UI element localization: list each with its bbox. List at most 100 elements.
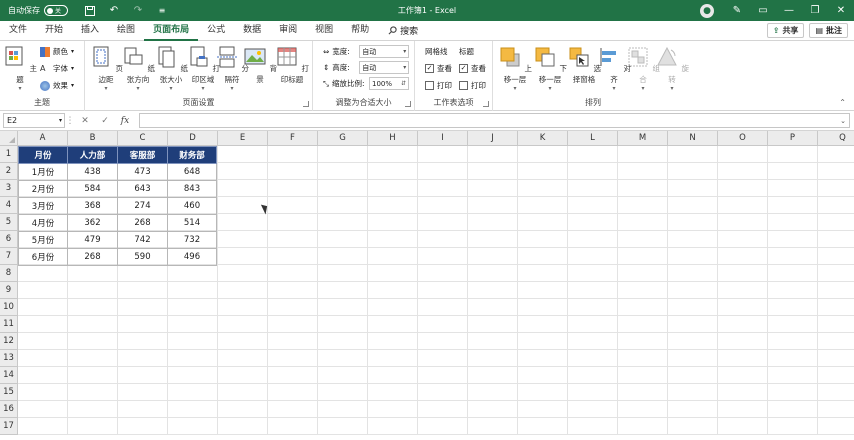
grid-cell[interactable]	[268, 384, 318, 401]
fonts-button[interactable]: A 字体 ▾	[40, 61, 74, 76]
grid-cell[interactable]	[668, 248, 718, 265]
tab-review[interactable]: 审阅	[270, 21, 306, 41]
grid-cell[interactable]	[568, 214, 618, 231]
grid-cell[interactable]	[768, 265, 818, 282]
grid-cell[interactable]	[318, 248, 368, 265]
grid-cell[interactable]	[668, 333, 718, 350]
table-cell[interactable]: 362	[67, 214, 118, 232]
grid-cell[interactable]	[168, 265, 218, 282]
grid-cell[interactable]	[668, 231, 718, 248]
grid-cell[interactable]	[568, 282, 618, 299]
grid-cell[interactable]	[518, 333, 568, 350]
grid-cell[interactable]	[418, 299, 468, 316]
grid-cell[interactable]	[268, 214, 318, 231]
grid-cell[interactable]	[18, 350, 68, 367]
bring-forward-button[interactable]: 上移一层 ▾	[498, 43, 532, 92]
grid-cell[interactable]	[168, 418, 218, 435]
cancel-entry-icon[interactable]: ✕	[75, 116, 95, 126]
grid-cell[interactable]	[668, 214, 718, 231]
grid-cell[interactable]	[418, 180, 468, 197]
grid-cell[interactable]	[318, 418, 368, 435]
grid-cell[interactable]	[118, 350, 168, 367]
grid-cell[interactable]	[718, 333, 768, 350]
redo-icon[interactable]: ↷	[126, 0, 150, 21]
grid-cell[interactable]	[418, 248, 468, 265]
grid-cell[interactable]	[318, 384, 368, 401]
grid-cell[interactable]	[618, 350, 668, 367]
gridlines-view-checkbox[interactable]: ✓ 查看	[425, 61, 452, 76]
grid-cell[interactable]	[418, 401, 468, 418]
grid-cell[interactable]	[818, 299, 854, 316]
grid-cell[interactable]	[468, 248, 518, 265]
grid-cell[interactable]	[318, 231, 368, 248]
grid-cell[interactable]	[418, 418, 468, 435]
grid-cell[interactable]	[468, 163, 518, 180]
grid-cell[interactable]	[368, 401, 418, 418]
effects-button[interactable]: 效果 ▾	[40, 78, 74, 93]
grid-cell[interactable]	[618, 367, 668, 384]
row-header[interactable]: 5	[0, 214, 18, 231]
grid-cell[interactable]	[668, 384, 718, 401]
grid-cell[interactable]	[468, 418, 518, 435]
grid-cell[interactable]	[468, 367, 518, 384]
grid-cell[interactable]	[718, 282, 768, 299]
grid-cell[interactable]	[218, 248, 268, 265]
grid-cell[interactable]	[218, 180, 268, 197]
column-header[interactable]: K	[518, 131, 568, 146]
grid-cell[interactable]	[118, 367, 168, 384]
comments-button[interactable]: ▤ 批注	[809, 23, 848, 38]
grid-cell[interactable]	[718, 350, 768, 367]
grid-cell[interactable]	[468, 333, 518, 350]
table-cell[interactable]: 496	[167, 248, 217, 266]
grid-cell[interactable]	[218, 316, 268, 333]
row-header[interactable]: 3	[0, 180, 18, 197]
grid-cell[interactable]	[168, 282, 218, 299]
row-header[interactable]: 15	[0, 384, 18, 401]
grid-cell[interactable]	[368, 163, 418, 180]
grid-cell[interactable]	[118, 265, 168, 282]
grid-cell[interactable]	[818, 384, 854, 401]
grid-cell[interactable]	[318, 401, 368, 418]
column-header[interactable]: O	[718, 131, 768, 146]
grid-cell[interactable]	[118, 299, 168, 316]
grid-cell[interactable]	[418, 197, 468, 214]
grid-cell[interactable]	[368, 316, 418, 333]
gridlines-print-checkbox[interactable]: 打印	[425, 78, 452, 93]
grid-cell[interactable]	[518, 197, 568, 214]
row-header[interactable]: 7	[0, 248, 18, 265]
grid-cell[interactable]	[568, 265, 618, 282]
grid-cell[interactable]	[418, 384, 468, 401]
grid-cell[interactable]	[18, 282, 68, 299]
table-cell[interactable]: 6月份	[18, 248, 68, 266]
grid-cell[interactable]	[618, 299, 668, 316]
row-header[interactable]: 8	[0, 265, 18, 282]
table-cell[interactable]: 648	[167, 163, 217, 181]
grid-cell[interactable]	[768, 384, 818, 401]
grid-cell[interactable]	[218, 214, 268, 231]
size-button[interactable]: 纸张大小 ▾	[154, 43, 188, 92]
grid-cell[interactable]	[668, 146, 718, 163]
table-cell[interactable]: 268	[117, 214, 168, 232]
grid-cell[interactable]	[668, 367, 718, 384]
grid-cell[interactable]	[368, 231, 418, 248]
row-header[interactable]: 14	[0, 367, 18, 384]
grid-cell[interactable]	[668, 163, 718, 180]
grid-cell[interactable]	[18, 418, 68, 435]
grid-cell[interactable]	[568, 367, 618, 384]
grid-cell[interactable]	[368, 367, 418, 384]
grid-cell[interactable]	[568, 316, 618, 333]
grid-cell[interactable]	[168, 367, 218, 384]
row-header[interactable]: 11	[0, 316, 18, 333]
row-header[interactable]: 13	[0, 350, 18, 367]
grid-cell[interactable]	[218, 231, 268, 248]
grid-cell[interactable]	[518, 163, 568, 180]
table-cell[interactable]: 843	[167, 180, 217, 198]
grid-cell[interactable]	[68, 265, 118, 282]
grid-cell[interactable]	[268, 367, 318, 384]
grid-cell[interactable]	[368, 265, 418, 282]
grid-cell[interactable]	[818, 163, 854, 180]
tab-data[interactable]: 数据	[234, 21, 270, 41]
grid-cell[interactable]	[68, 350, 118, 367]
grid-cell[interactable]	[468, 299, 518, 316]
grid-cell[interactable]	[418, 350, 468, 367]
